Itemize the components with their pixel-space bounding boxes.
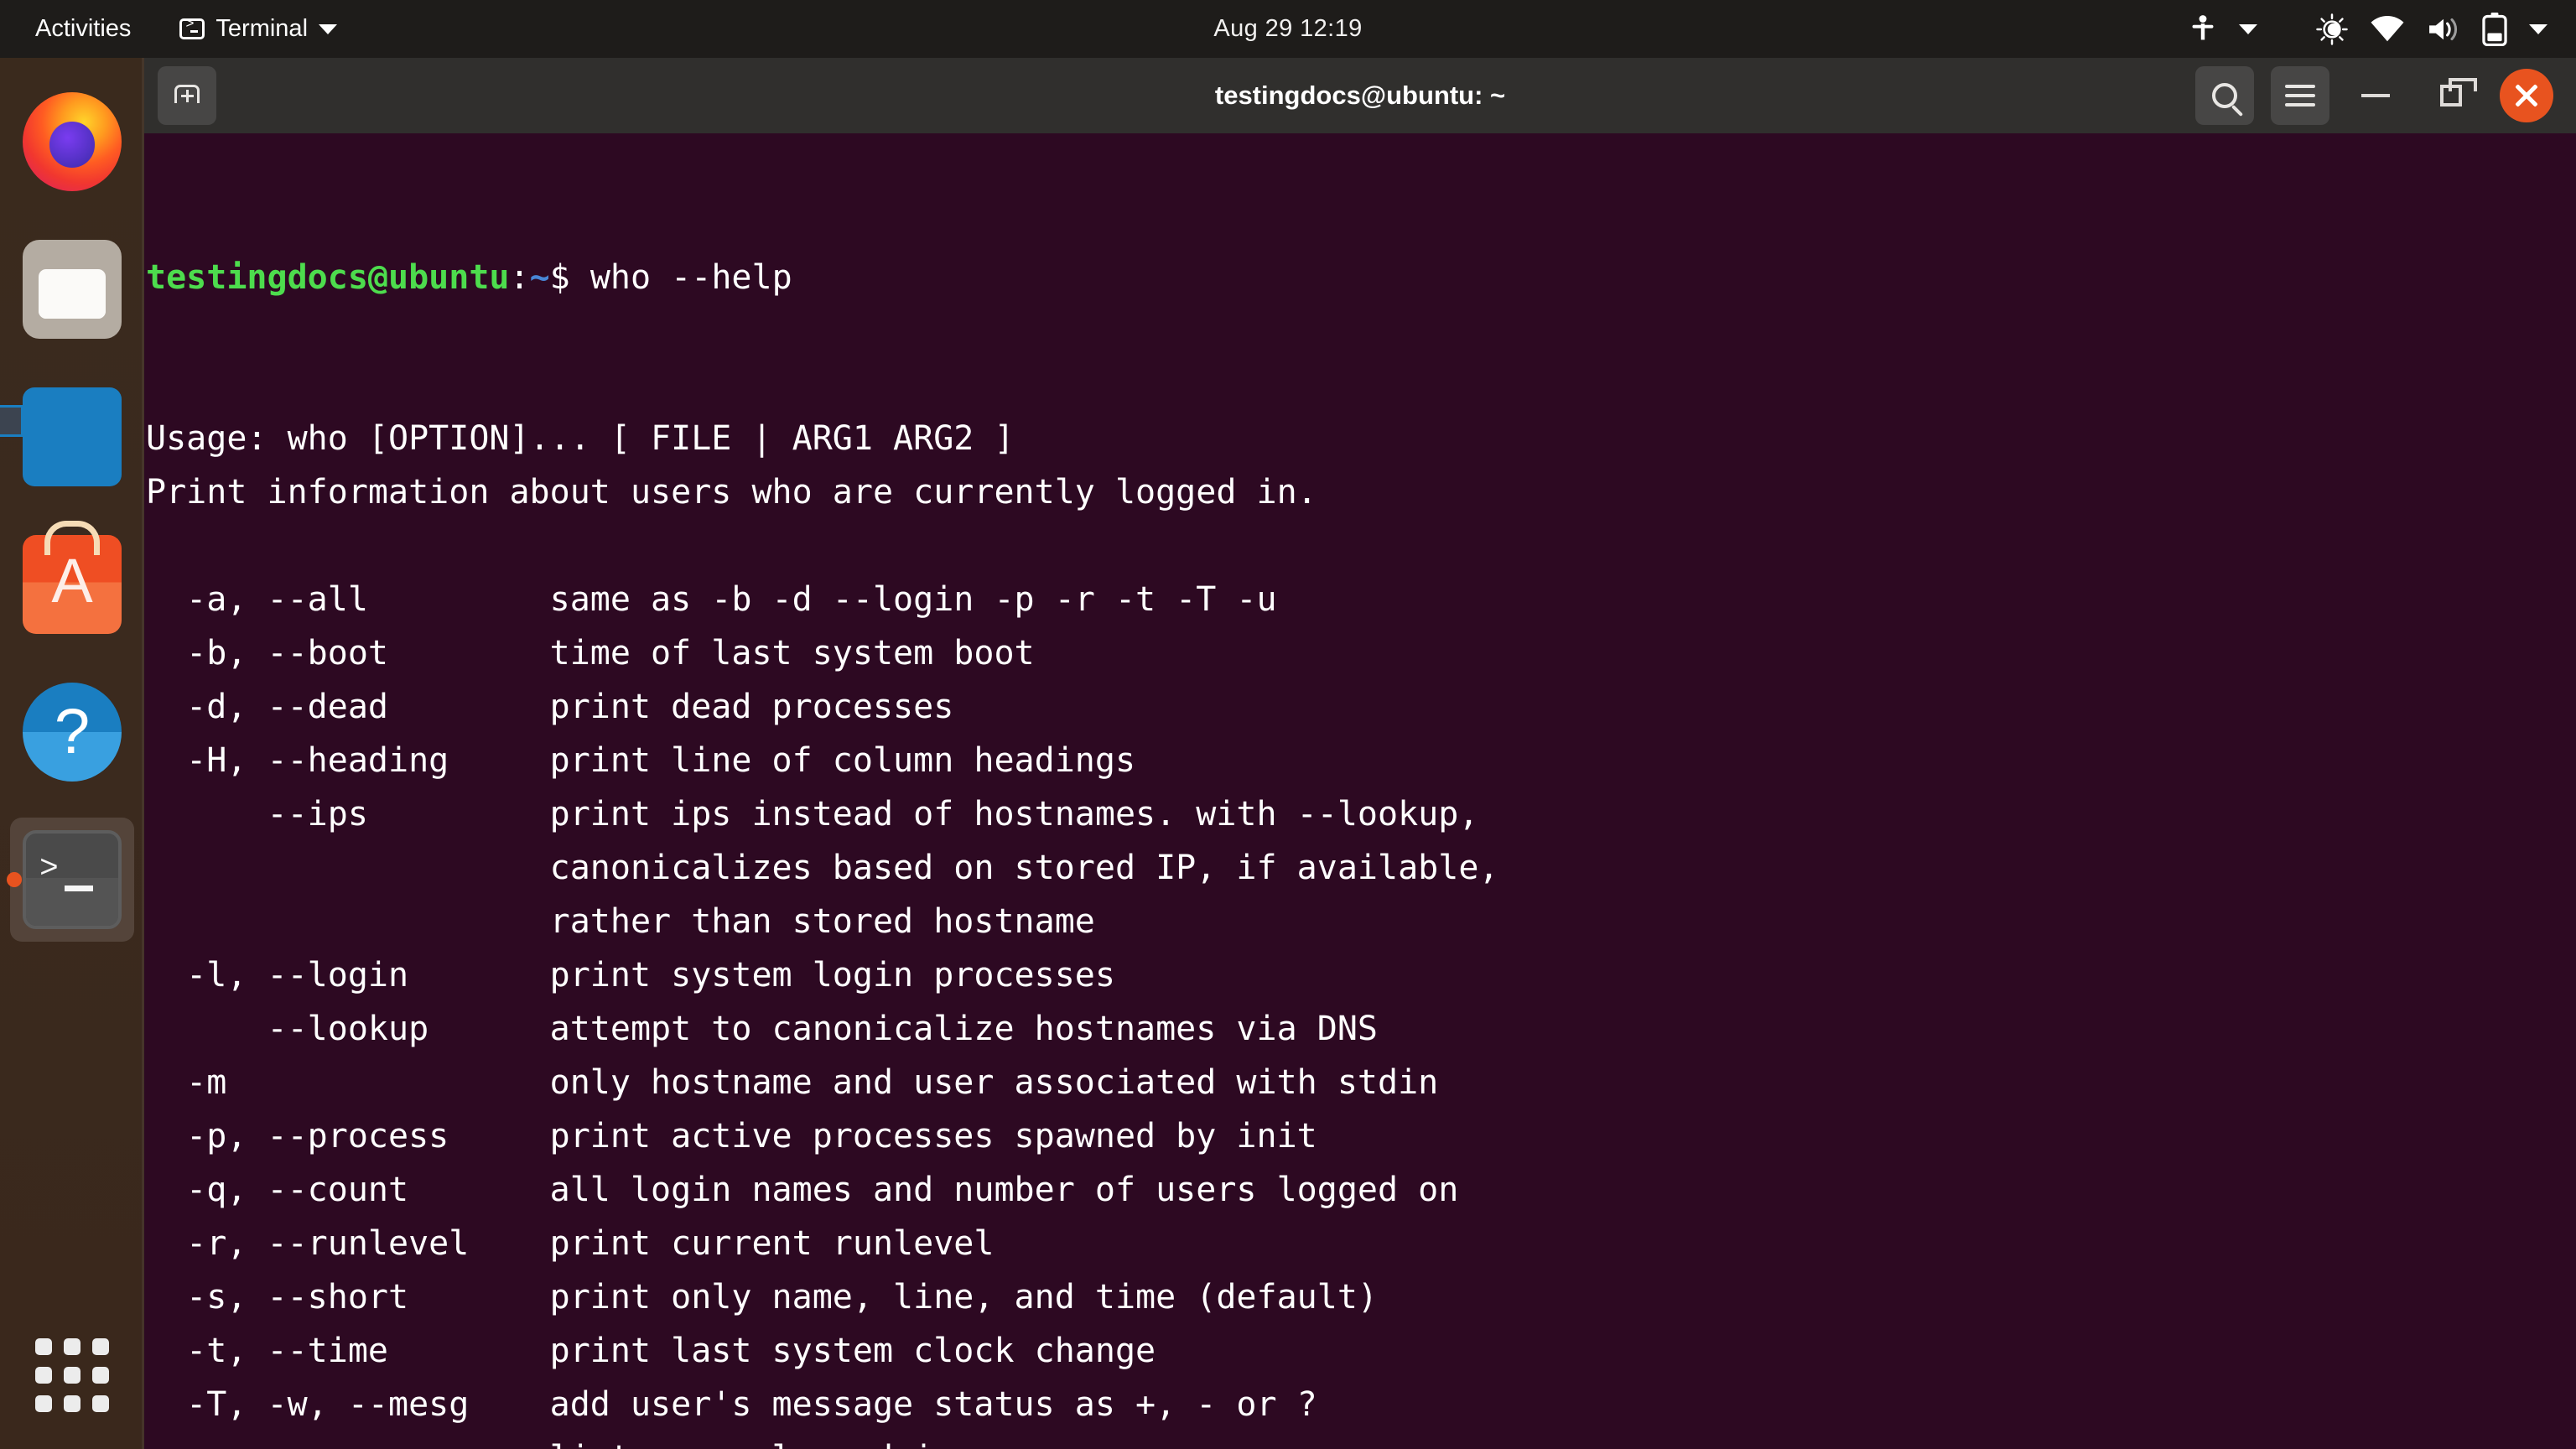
terminal-output-line: -m only hostname and user associated wit… [146, 1063, 1439, 1102]
apps-grid-icon [35, 1338, 109, 1412]
terminal-output-line: -r, --runlevel print current runlevel [146, 1224, 995, 1263]
gnome-top-bar: Activities Terminal Aug 29 12:19 [0, 0, 2576, 58]
night-light-icon [2316, 13, 2348, 45]
terminal-cursor-glyph [65, 886, 93, 891]
new-tab-button[interactable] [158, 66, 216, 125]
terminal-output-line: -u, --users list users logged in [144, 1431, 2576, 1449]
terminal-output-area[interactable]: testingdocs@ubuntu:~$ who --help Usage: … [144, 133, 2576, 1449]
search-button[interactable] [2195, 66, 2254, 125]
firefox-icon [23, 92, 122, 191]
prompt-sigil: $ [549, 258, 590, 297]
dock-item-writer[interactable] [10, 375, 134, 499]
prompt-command: who --help [589, 258, 792, 297]
terminal-output-line: -b, --boot time of last system boot [146, 634, 1035, 673]
terminal-prompt-glyph: > [39, 851, 59, 887]
prompt-path: ~ [529, 258, 550, 297]
terminal-output-line: -s, --short print only name, line, and t… [146, 1278, 1379, 1317]
chevron-down-icon [319, 23, 338, 34]
terminal-output-line: Usage: who [OPTION]... [ FILE | ARG1 ARG… [146, 419, 1015, 458]
minimize-icon [2361, 94, 2390, 97]
terminal-output-line: -t, --time print last system clock chang… [146, 1332, 1156, 1370]
wifi-icon [2371, 15, 2404, 41]
terminal-output-line: -H, --heading print line of column headi… [146, 741, 1136, 780]
maximize-button[interactable] [2422, 66, 2480, 125]
terminal-output-line: rather than stored hostname [146, 902, 1095, 941]
activities-button[interactable]: Activities [25, 11, 141, 47]
app-menu-label: Terminal [216, 15, 309, 42]
minimize-button[interactable] [2346, 66, 2405, 125]
close-button[interactable] [2497, 66, 2556, 125]
software-glyph: A [51, 546, 93, 615]
terminal-output-line: --lookup attempt to canonicalize hostnam… [146, 1010, 1379, 1048]
close-icon [2512, 81, 2541, 110]
terminal-output-line: canonicalizes based on stored IP, if ava… [146, 849, 1499, 887]
terminal-output-line: -a, --all same as -b -d --login -p -r -t… [146, 580, 1277, 619]
search-icon [2212, 83, 2237, 108]
terminal-output-line: --ips print ips instead of hostnames. wi… [146, 795, 1479, 834]
clock-button[interactable]: Aug 29 12:19 [1213, 15, 1362, 43]
terminal-icon [179, 18, 205, 39]
terminal-output-line: -T, -w, --mesg add user's message status… [146, 1385, 1317, 1424]
window-title: testingdocs@ubuntu: ~ [1214, 80, 1506, 110]
prompt-user-host: testingdocs@ubuntu [146, 258, 510, 297]
terminal-output-line: -l, --login print system login processes [146, 956, 1115, 995]
libreoffice-writer-icon [23, 387, 122, 486]
dock-item-help[interactable]: ? [10, 670, 134, 794]
help-icon: ? [23, 683, 122, 782]
ubuntu-software-icon: A [23, 535, 122, 634]
terminal-icon: > [23, 830, 122, 929]
ubuntu-dock: A ? > [0, 58, 144, 1449]
files-icon [23, 240, 122, 339]
activities-label: Activities [35, 15, 132, 42]
dock-item-software[interactable]: A [10, 522, 134, 647]
system-status-area[interactable] [2189, 12, 2576, 46]
dock-item-files[interactable] [10, 227, 134, 351]
hamburger-icon [2285, 79, 2315, 112]
accessibility-icon [2192, 14, 2214, 39]
window-titlebar[interactable]: testingdocs@ubuntu: ~ [144, 58, 2576, 133]
prompt-colon: : [509, 258, 530, 297]
dock-item-firefox[interactable] [10, 80, 134, 204]
chevron-down-icon [2529, 23, 2547, 34]
battery-icon [2482, 12, 2507, 46]
maximize-icon [2440, 78, 2477, 106]
terminal-window: testingdocs@ubuntu: ~ testingdocs@ubuntu… [144, 58, 2576, 1449]
terminal-output-line: -p, --process print active processes spa… [146, 1117, 1317, 1156]
menu-button[interactable] [2271, 66, 2329, 125]
help-glyph: ? [54, 696, 91, 767]
volume-icon [2429, 18, 2458, 40]
show-applications-button[interactable] [0, 1338, 144, 1412]
clock-label: Aug 29 12:19 [1213, 15, 1363, 42]
terminal-output-line: -d, --dead print dead processes [146, 688, 954, 726]
terminal-prompt-line: testingdocs@ubuntu:~$ who --help [144, 251, 2576, 304]
terminal-output-line: -q, --count all login names and number o… [146, 1171, 1459, 1209]
terminal-output-lines: Usage: who [OPTION]... [ FILE | ARG1 ARG… [144, 412, 2576, 1449]
chevron-down-icon [2239, 23, 2257, 34]
dock-item-terminal[interactable]: > [10, 818, 134, 942]
terminal-output-line: Print information about users who are cu… [146, 473, 1317, 512]
new-tab-icon [174, 85, 200, 106]
app-menu-terminal[interactable]: Terminal [169, 11, 347, 47]
